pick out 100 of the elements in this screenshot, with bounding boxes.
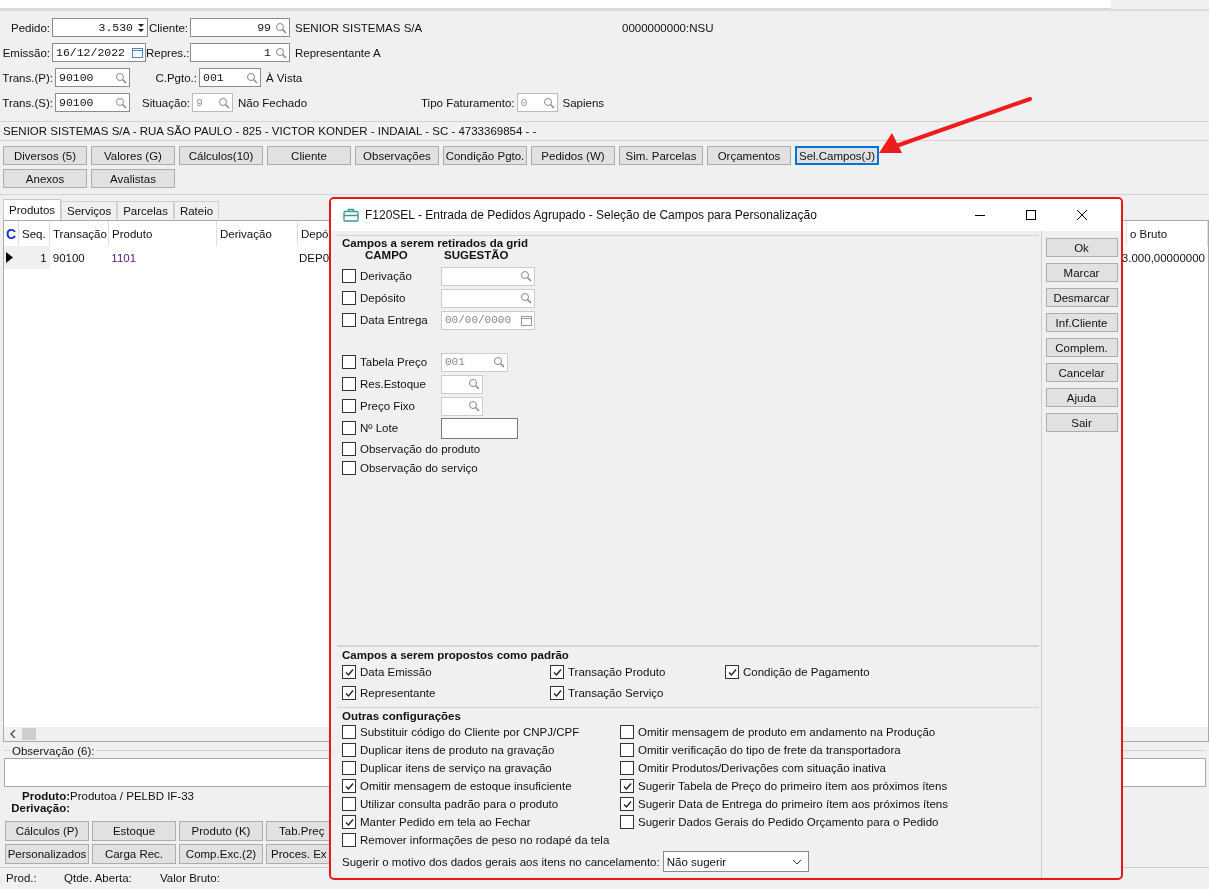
- checkbox[interactable]: [342, 313, 356, 327]
- checkbox-label: Manter Pedido em tela ao Fechar: [360, 816, 531, 828]
- checkbox[interactable]: [342, 665, 356, 679]
- action-button[interactable]: Produto (K): [179, 821, 263, 841]
- action-button[interactable]: Diversos (5): [3, 146, 87, 165]
- checkbox[interactable]: [342, 269, 356, 283]
- checkbox[interactable]: [342, 779, 356, 793]
- search-icon[interactable]: [246, 71, 258, 84]
- checkbox[interactable]: [620, 779, 634, 793]
- action-button[interactable]: Valores (G): [91, 146, 175, 165]
- action-button[interactable]: Personalizados: [5, 844, 89, 864]
- checkbox[interactable]: [342, 833, 356, 847]
- transaction-field[interactable]: 90100: [55, 93, 130, 112]
- dialog-button[interactable]: Ok: [1045, 238, 1118, 257]
- checkbox-label: Condição de Pagamento: [743, 666, 870, 678]
- checkbox[interactable]: [342, 421, 356, 435]
- billing-type-name: Sapiens: [561, 96, 605, 109]
- search-icon[interactable]: [115, 71, 127, 84]
- client-field[interactable]: 99: [190, 18, 290, 37]
- action-button[interactable]: Estoque: [92, 821, 176, 841]
- checkbox[interactable]: [342, 761, 356, 775]
- checkbox[interactable]: [342, 291, 356, 305]
- checkbox-label: Omitir Produtos/Derivações com situação inativa: [638, 762, 886, 774]
- checkbox[interactable]: [342, 441, 356, 456]
- search-field[interactable]: [441, 288, 535, 308]
- order-field[interactable]: 3.530: [52, 18, 148, 37]
- dialog-button[interactable]: Ajuda: [1045, 388, 1118, 407]
- checkbox-label: Duplicar itens de produto na gravação: [360, 744, 555, 756]
- search-field[interactable]: [441, 396, 483, 416]
- checkbox[interactable]: [620, 761, 634, 775]
- action-button[interactable]: Observações: [355, 146, 439, 165]
- search-field[interactable]: [441, 374, 483, 394]
- checkbox[interactable]: [342, 399, 356, 413]
- tab[interactable]: Serviços: [61, 201, 118, 219]
- checkbox[interactable]: [620, 725, 634, 739]
- dialog-button[interactable]: Cancelar: [1045, 363, 1118, 382]
- checkbox[interactable]: [342, 797, 356, 811]
- dialog-button[interactable]: Inf.Cliente: [1045, 313, 1118, 332]
- action-button[interactable]: Pedidos (W): [531, 146, 615, 165]
- action-button[interactable]: Anexos: [3, 169, 87, 188]
- checkbox[interactable]: [342, 355, 356, 369]
- checkbox[interactable]: [342, 686, 356, 700]
- column-header[interactable]: Produto: [109, 221, 217, 246]
- action-button[interactable]: Cálculos (P): [5, 821, 89, 841]
- search-icon[interactable]: [275, 46, 287, 59]
- checkbox-label: Omitir verificação do tipo de frete da transportadora: [638, 744, 901, 756]
- calendar-icon[interactable]: [132, 47, 143, 58]
- search-icon[interactable]: [520, 270, 532, 282]
- dialog-button[interactable]: Complem.: [1045, 338, 1118, 357]
- search-icon[interactable]: [468, 400, 480, 412]
- close-icon[interactable]: [1076, 209, 1088, 221]
- search-field[interactable]: [441, 266, 535, 286]
- checkbox[interactable]: [550, 686, 564, 700]
- column-header[interactable]: Derivação: [217, 221, 298, 246]
- transaction-field[interactable]: 90100: [55, 68, 130, 87]
- input-field[interactable]: [441, 417, 518, 439]
- dialog-button[interactable]: Marcar: [1045, 263, 1118, 282]
- column-header[interactable]: Transação: [50, 221, 109, 246]
- action-button[interactable]: Cálculos(10): [179, 146, 263, 165]
- search-icon[interactable]: [275, 21, 287, 34]
- dialog-button[interactable]: Sair: [1045, 413, 1118, 432]
- checkbox[interactable]: [342, 725, 356, 739]
- tab[interactable]: Rateio: [173, 201, 220, 219]
- caret-icon[interactable]: [791, 858, 802, 865]
- tab[interactable]: Produtos: [3, 199, 62, 220]
- search-icon[interactable]: [115, 96, 127, 109]
- action-button[interactable]: Carga Rec.: [92, 844, 176, 864]
- checkbox[interactable]: [620, 815, 634, 829]
- field-label: Pedido:: [10, 21, 51, 34]
- payment-field[interactable]: 001: [199, 68, 261, 87]
- checkbox[interactable]: [620, 797, 634, 811]
- action-button[interactable]: Comp.Exc.(2): [179, 844, 263, 864]
- reason-dropdown[interactable]: Não sugerir: [662, 851, 809, 872]
- maximize-icon[interactable]: [1025, 209, 1037, 221]
- checkbox[interactable]: [342, 377, 356, 391]
- checkbox[interactable]: [342, 460, 356, 475]
- column-header[interactable]: o Bruto: [1127, 221, 1208, 246]
- search-icon[interactable]: [520, 292, 532, 304]
- action-button[interactable]: Cliente: [267, 146, 351, 165]
- checkbox[interactable]: [342, 815, 356, 829]
- derivation-label: Derivação:: [10, 802, 70, 814]
- checkbox[interactable]: [550, 665, 564, 679]
- representative-field[interactable]: 1: [190, 43, 290, 62]
- checkbox-label: Transação Produto: [568, 666, 666, 678]
- scrollbar-thumb[interactable]: [22, 728, 36, 740]
- action-button[interactable]: Avalistas: [91, 169, 175, 188]
- tab[interactable]: Parcelas: [117, 201, 174, 219]
- checkbox[interactable]: [725, 665, 739, 679]
- search-icon[interactable]: [468, 378, 480, 390]
- checkbox-label: Omitir mensagem de produto em andamento na Produção: [638, 726, 936, 738]
- date-field[interactable]: 16/12/2022: [52, 43, 146, 62]
- dialog-button[interactable]: Desmarcar: [1045, 288, 1118, 307]
- action-button[interactable]: Sim. Parcelas: [619, 146, 703, 165]
- action-button[interactable]: Condição Pgto.: [443, 146, 527, 165]
- action-button[interactable]: Orçamentos: [707, 146, 791, 165]
- checkbox[interactable]: [342, 743, 356, 757]
- action-button[interactable]: Sel.Campos(J): [795, 146, 879, 165]
- spin-icon[interactable]: [137, 22, 145, 33]
- group-title: Outras configurações: [342, 710, 462, 722]
- checkbox[interactable]: [620, 743, 634, 757]
